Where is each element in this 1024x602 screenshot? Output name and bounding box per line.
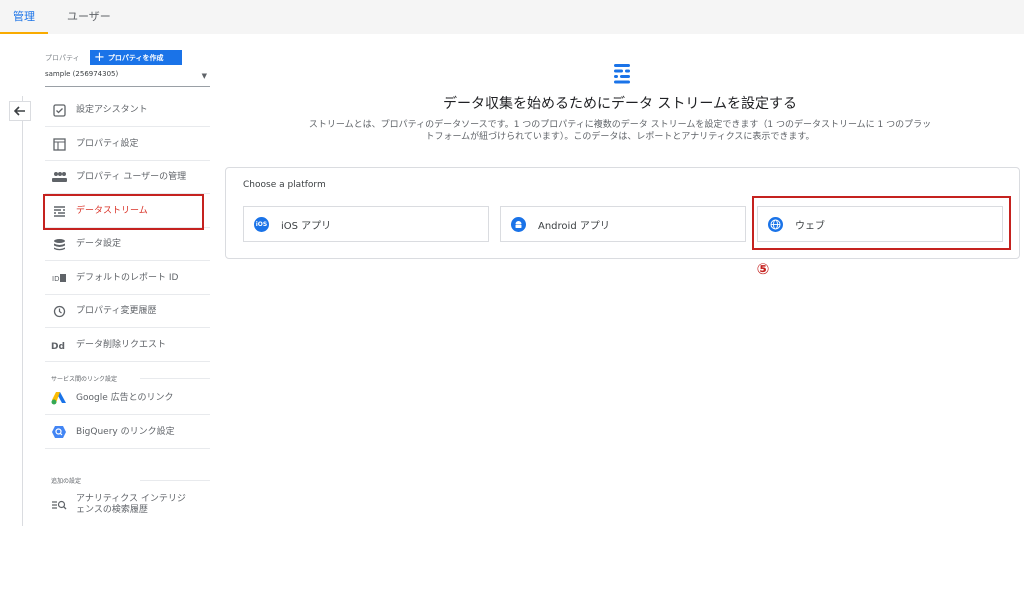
platform-android-button[interactable]: Android アプリ: [500, 206, 746, 242]
sidebar-item-property-settings[interactable]: プロパティ設定: [45, 128, 210, 161]
data-streams-hero-icon: [612, 63, 632, 85]
platform-label: Android アプリ: [538, 220, 610, 232]
sidebar-item-user-management[interactable]: プロパティ ユーザーの管理: [45, 161, 210, 194]
page-headline: データ収集を始めるためにデータ ストリームを設定する: [442, 96, 798, 112]
sidebar-item-label: プロパティ設定: [76, 138, 139, 149]
card-title: Choose a platform: [243, 180, 326, 190]
description-line1: ストリームとは、プロパティのデータソースです。1 つのプロパティに複数のデータ …: [308, 120, 932, 130]
sidebar-item-label: データストリーム: [76, 205, 148, 216]
platform-ios-button[interactable]: iOS iOS アプリ: [243, 206, 489, 242]
top-tab-bar: 管理 ユーザー: [0, 0, 1024, 34]
property-select-value: sample (256974305): [45, 70, 119, 78]
sidebar-item-label: データ削除リクエスト: [76, 339, 167, 350]
sidebar-item-setup-assistant[interactable]: 設定アシスタント: [45, 94, 210, 127]
search-history-label-line2: ェンスの検索履歴: [76, 504, 148, 515]
sidebar-item-label: データ設定: [76, 238, 122, 249]
svg-text:ID: ID: [52, 275, 59, 283]
history-icon: [50, 302, 68, 320]
sidebar-item-default-report-id[interactable]: ID デフォルトのレポート ID: [45, 262, 210, 295]
section-divider: [140, 378, 210, 379]
android-icon: [511, 216, 526, 232]
section-divider: [140, 480, 210, 481]
sidebar-item-label: 設定アシスタント: [76, 104, 148, 115]
back-button[interactable]: [9, 101, 31, 121]
description-line2: トフォームが紐づけられています）。このデータは、レポートとアナリティクスに表示で…: [425, 132, 815, 142]
sidebar-divider: [22, 96, 23, 526]
dropdown-caret-icon: ▼: [201, 72, 207, 80]
platform-card: Choose a platform iOS iOS アプリ Android アプ…: [225, 167, 1020, 259]
bigquery-icon: [50, 423, 68, 441]
google-ads-icon: [50, 389, 68, 407]
sidebar-item-label: BigQuery のリンク設定: [76, 426, 175, 437]
streams-icon: [50, 202, 68, 220]
sidebar-item-label: プロパティ変更履歴: [76, 305, 157, 316]
sidebar-item-google-ads-link[interactable]: Google 広告とのリンク: [45, 382, 210, 415]
search-history-icon: [50, 496, 68, 514]
database-icon: [50, 235, 68, 253]
dd-icon: Dd: [50, 336, 68, 354]
id-icon: ID: [50, 269, 68, 287]
sidebar-item-label: プロパティ ユーザーの管理: [76, 171, 187, 182]
sidebar-item-label: デフォルトのレポート ID: [76, 272, 179, 283]
sidebar-item-bigquery-link[interactable]: BigQuery のリンク設定: [45, 416, 210, 449]
property-label: プロパティ: [45, 54, 80, 62]
property-select[interactable]: sample (256974305) ▼: [45, 70, 210, 87]
search-history-label-line1: アナリティクス インテリジ: [76, 493, 186, 504]
sidebar-item-label: Google 広告とのリンク: [76, 392, 174, 403]
platform-label: ウェブ: [795, 220, 825, 232]
create-property-button[interactable]: + プロパティを作成: [90, 50, 182, 65]
sidebar-item-change-history[interactable]: プロパティ変更履歴: [45, 295, 210, 328]
back-arrow-icon: [14, 106, 25, 116]
window-icon: [50, 135, 68, 153]
page-description: ストリームとは、プロパティのデータソースです。1 つのプロパティに複数のデータ …: [225, 119, 1015, 143]
platform-label: iOS アプリ: [281, 220, 332, 232]
sidebar-item-search-history[interactable]: アナリティクス インテリジ ェンスの検索履歴: [45, 488, 210, 521]
ios-icon: iOS: [254, 216, 269, 232]
tab-user[interactable]: ユーザー: [67, 0, 111, 34]
people-icon: [50, 168, 68, 186]
sidebar-item-data-deletion[interactable]: Dd データ削除リクエスト: [45, 329, 210, 362]
tab-admin[interactable]: 管理: [0, 0, 48, 34]
svg-text:Dd: Dd: [51, 342, 65, 351]
checklist-icon: [50, 101, 68, 119]
platform-web-button[interactable]: ウェブ: [757, 206, 1003, 242]
sidebar-item-data-streams[interactable]: データストリーム: [45, 195, 210, 228]
sidebar-item-data-settings[interactable]: データ設定: [45, 228, 210, 261]
annotation-number: ⑤: [756, 260, 770, 278]
create-property-label: プロパティを作成: [107, 53, 164, 62]
globe-icon: [768, 216, 783, 232]
section-header-additional: 追加の設定: [51, 478, 82, 485]
sidebar-item-label: アナリティクス インテリジ ェンスの検索履歴: [76, 494, 186, 516]
plus-icon: +: [94, 50, 105, 65]
